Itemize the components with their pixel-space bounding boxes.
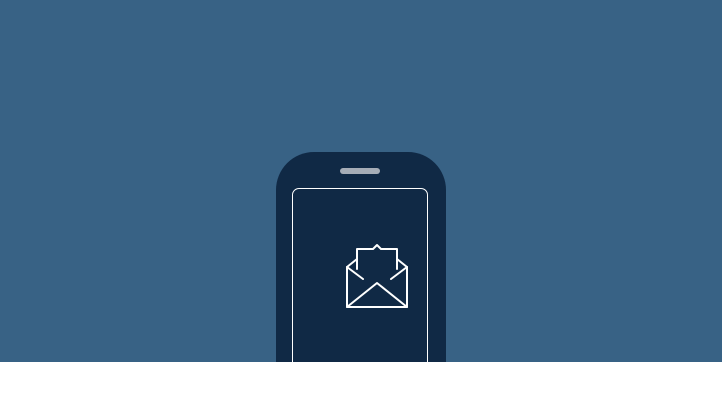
footer-blank <box>0 362 722 418</box>
envelope-fold <box>346 266 408 308</box>
hero-banner <box>0 0 722 362</box>
phone-speaker <box>340 168 380 174</box>
open-envelope-icon <box>346 244 408 308</box>
letter-sheet <box>356 244 398 270</box>
phone-screen <box>292 188 428 362</box>
phone-illustration <box>276 152 446 362</box>
